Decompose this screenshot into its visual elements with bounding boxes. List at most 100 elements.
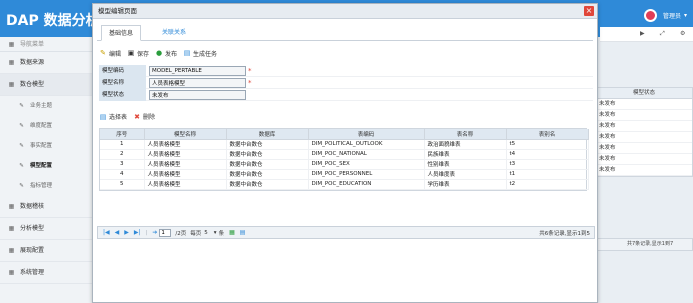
select-table-button[interactable]: ▤ 选择表 — [99, 112, 127, 122]
edit-icon: ✎ — [19, 123, 24, 129]
table-row[interactable]: 未发布 — [597, 121, 692, 132]
delete-button[interactable]: ✖ 删除 — [133, 112, 155, 122]
user-name[interactable]: 管理员 — [663, 11, 681, 20]
chevron-down-icon[interactable]: ▾ — [684, 12, 687, 19]
cell-table-name: 人员维度表 — [424, 169, 507, 180]
per-page-label: 每页 — [190, 230, 202, 237]
refresh-icon[interactable]: ▤ — [240, 229, 246, 236]
table-row[interactable]: 未发布 — [597, 132, 692, 143]
pager-divider: | — [145, 229, 148, 236]
model-status-field[interactable] — [149, 89, 246, 100]
model-status-label: 模型状态 — [99, 88, 146, 101]
edit-icon: ✎ — [19, 103, 24, 109]
cell-table-name: 政治面貌维表 — [424, 139, 507, 150]
per-page-suffix: 条 — [218, 230, 225, 237]
close-icon[interactable]: × — [584, 6, 594, 16]
tab-basic-info[interactable]: 基础信息 — [101, 25, 142, 41]
cell-database: 数据中台数仓 — [226, 179, 309, 190]
last-page-icon[interactable]: ▶| — [134, 229, 141, 236]
cell-table-code: DIM_POC_SEX — [308, 159, 425, 170]
cell-model-name: 人员表格模型 — [144, 149, 227, 160]
page-total: /2页 — [175, 230, 187, 237]
model-name-field[interactable] — [149, 77, 246, 88]
prev-page-icon[interactable]: ◀ — [115, 229, 120, 236]
table-icon: ▤ — [99, 112, 107, 121]
export-excel-icon[interactable]: ▦ — [229, 229, 235, 236]
edit-button[interactable]: ✎ 编辑 — [99, 49, 121, 58]
cell-model-name: 人员表格模型 — [144, 139, 227, 150]
next-page-icon[interactable]: ▶ — [124, 229, 129, 236]
cell-table-name: 民族维表 — [424, 149, 507, 160]
table-row[interactable]: 5 人员表格模型 数据中台数仓 DIM_POC_EDUCATION 学历维表 t… — [100, 179, 589, 190]
save-button[interactable]: ▣ 保存 — [127, 49, 149, 58]
sidebar-item-data-audit[interactable]: ▦ 数据稽核 — [0, 196, 92, 218]
table-row[interactable]: 2 人员表格模型 数据中台数仓 DIM_POC_NATIONAL 民族维表 t4 — [100, 149, 589, 160]
play-icon[interactable]: ▶ — [640, 30, 645, 37]
sidebar-subitem-model-config[interactable]: ✎ 模型配置 — [0, 156, 92, 176]
fullscreen-icon[interactable]: ⤢ — [660, 30, 665, 38]
cell-database: 数据中台数仓 — [226, 139, 309, 150]
cell-database: 数据中台数仓 — [226, 149, 309, 160]
sidebar-subitem-dimension-config[interactable]: ✎ 维度配置 — [0, 116, 92, 136]
publish-button[interactable]: ● 发布 — [155, 49, 177, 58]
module-icon: ▦ — [8, 203, 15, 210]
cell-table-name: 学历维表 — [424, 179, 507, 190]
table-row[interactable]: 未发布 — [597, 99, 692, 110]
cell-database: 数据中台数仓 — [226, 159, 309, 170]
cell-table-code: DIM_POC_PERSONNEL — [308, 169, 425, 180]
page-number-input[interactable] — [159, 228, 172, 237]
gear-icon[interactable]: ⚙ — [680, 30, 685, 37]
sidebar-item-system-management[interactable]: ▦ 系统管理 — [0, 262, 92, 284]
table-row[interactable]: 4 人员表格模型 数据中台数仓 DIM_POC_PERSONNEL 人员维度表 … — [100, 169, 589, 180]
cell-index: 3 — [100, 159, 145, 170]
table-row[interactable]: 未发布 — [597, 110, 692, 121]
edit-icon: ✎ — [19, 143, 24, 149]
table-row[interactable]: 未发布 — [597, 143, 692, 154]
cell-table-alias: t1 — [506, 169, 589, 180]
table-row[interactable]: 3 人员表格模型 数据中台数仓 DIM_POC_SEX 性别维表 t3 — [100, 159, 589, 170]
sidebar-item-analysis-model[interactable]: ▦ 分析模型 — [0, 218, 92, 240]
user-avatar-icon[interactable] — [643, 9, 657, 22]
goto-page-icon[interactable]: ➔ — [152, 229, 157, 236]
sidebar-item-warehouse-model[interactable]: ▦ 数仓模型 — [0, 74, 92, 96]
background-model-table: 模型状态 未发布 未发布 未发布 未发布 未发布 未发布 未发布 — [596, 87, 693, 177]
dialog-tabs: 基础信息 关联关系 — [97, 25, 593, 41]
model-edit-dialog: 模型编辑页面 × 基础信息 关联关系 ✎ 编辑 ▣ 保存 ● 发布 ▤ 生成任务 模型编… — [92, 3, 598, 303]
dialog-title: 模型编辑页面 — [93, 4, 597, 19]
cell-table-code: DIM_POC_NATIONAL — [308, 149, 425, 160]
edit-icon: ✎ — [19, 183, 24, 189]
model-code-field[interactable] — [149, 65, 246, 76]
table-row[interactable]: 未发布 — [597, 165, 692, 176]
per-page-select[interactable]: 5 ▾ — [204, 230, 216, 236]
sidebar-item-data-source[interactable]: ▦ 数据来源 — [0, 52, 92, 74]
chevron-down-icon: ▾ — [213, 229, 217, 236]
module-icon: ▦ — [8, 59, 15, 66]
column-header: 表名称 — [424, 129, 507, 140]
model-code-label: 模型编码 — [99, 64, 146, 77]
column-header: 模型名称 — [144, 129, 227, 140]
grid-pager: |◀ ◀ ▶ ▶| | ➔ /2页 每页 5 ▾ 条 ▦ ▤ 共6条记录,显示1… — [97, 226, 595, 239]
column-header: 序号 — [100, 129, 145, 140]
required-mark: * — [248, 66, 252, 75]
table-row[interactable]: 未发布 — [597, 154, 692, 165]
module-icon: ▦ — [8, 269, 15, 276]
cell-table-name: 性别维表 — [424, 159, 507, 170]
sidebar-item-display-config[interactable]: ▦ 展现配置 — [0, 240, 92, 262]
column-header-model-status: 模型状态 — [597, 88, 692, 99]
tab-relations[interactable]: 关联关系 — [155, 25, 193, 41]
generate-task-button[interactable]: ▤ 生成任务 — [183, 49, 217, 58]
table-row[interactable]: 1 人员表格模型 数据中台数仓 DIM_POLITICAL_OUTLOOK 政治… — [100, 139, 589, 150]
module-icon: ▦ — [8, 247, 15, 254]
cell-model-name: 人员表格模型 — [144, 179, 227, 190]
grid-header-row: 序号 模型名称 数据库 表编码 表名称 表别名 — [100, 129, 589, 140]
first-page-icon[interactable]: |◀ — [103, 229, 110, 236]
sidebar-subitem-business-theme[interactable]: ✎ 业务主题 — [0, 96, 92, 116]
task-icon: ▤ — [183, 49, 191, 57]
cell-index: 4 — [100, 169, 145, 180]
sidebar-subitem-fact-config[interactable]: ✎ 事实配置 — [0, 136, 92, 156]
column-header: 数据库 — [226, 129, 309, 140]
cell-table-alias: t2 — [506, 179, 589, 190]
sidebar-subitem-metric-management[interactable]: ✎ 指标管理 — [0, 176, 92, 196]
cell-table-alias: t5 — [506, 139, 589, 150]
user-menu[interactable]: 管理员 ▾ — [643, 9, 687, 22]
